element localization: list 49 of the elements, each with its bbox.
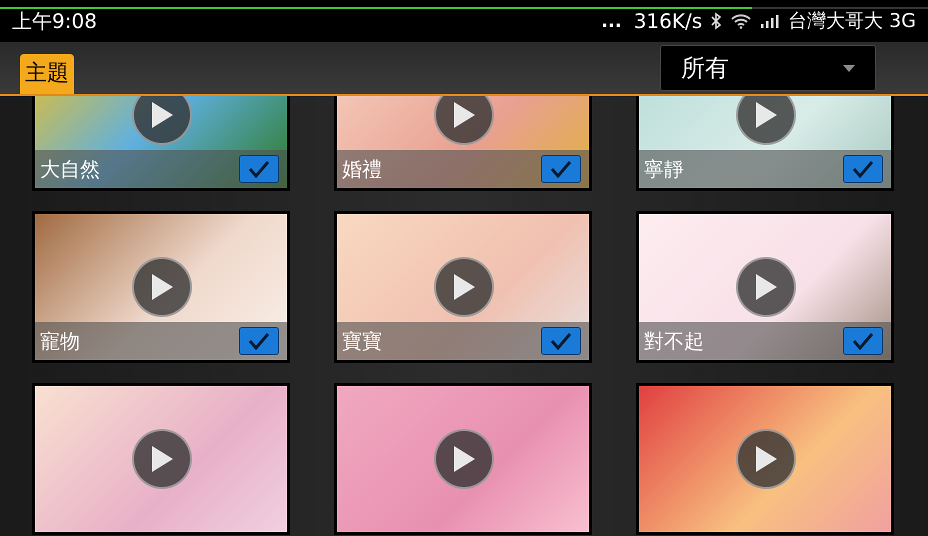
play-icon bbox=[150, 273, 174, 301]
theme-thumbnail[interactable]: 對不起 bbox=[636, 211, 894, 363]
checkbox[interactable] bbox=[239, 327, 279, 355]
theme-thumbnail[interactable] bbox=[32, 383, 290, 535]
theme-name: 婚禮 bbox=[342, 156, 382, 183]
filter-dropdown[interactable]: 所有 bbox=[660, 45, 876, 91]
carrier-name: 台灣大哥大 3G bbox=[788, 8, 916, 34]
theme-thumbnail[interactable]: 婚禮 bbox=[334, 96, 592, 191]
check-icon bbox=[248, 160, 270, 178]
theme-thumbnail[interactable]: 寧靜 bbox=[636, 96, 894, 191]
play-icon bbox=[452, 101, 476, 129]
checkbox[interactable] bbox=[541, 327, 581, 355]
play-icon bbox=[754, 445, 778, 473]
network-speed: 316K/s bbox=[634, 8, 702, 35]
check-icon bbox=[550, 160, 572, 178]
check-icon bbox=[248, 332, 270, 350]
theme-name: 寶寶 bbox=[342, 328, 382, 355]
play-button[interactable] bbox=[434, 96, 494, 145]
theme-name: 對不起 bbox=[644, 328, 704, 355]
theme-thumbnail[interactable]: 大自然 bbox=[32, 96, 290, 191]
play-icon bbox=[452, 273, 476, 301]
theme-thumbnail[interactable]: 寵物 bbox=[32, 211, 290, 363]
theme-tab[interactable]: 主題 bbox=[20, 54, 74, 94]
play-button[interactable] bbox=[736, 96, 796, 145]
check-icon bbox=[852, 332, 874, 350]
theme-name: 大自然 bbox=[40, 156, 100, 183]
play-icon bbox=[150, 445, 174, 473]
check-icon bbox=[550, 332, 572, 350]
checkbox[interactable] bbox=[239, 155, 279, 183]
bluetooth-icon bbox=[710, 12, 722, 30]
play-icon bbox=[150, 101, 174, 129]
theme-name: 寧靜 bbox=[644, 156, 684, 183]
theme-thumbnail[interactable] bbox=[334, 383, 592, 535]
check-icon bbox=[852, 160, 874, 178]
play-icon bbox=[452, 445, 476, 473]
checkbox[interactable] bbox=[843, 327, 883, 355]
theme-thumbnail[interactable] bbox=[636, 383, 894, 535]
play-button[interactable] bbox=[132, 96, 192, 145]
play-icon bbox=[754, 101, 778, 129]
checkbox[interactable] bbox=[843, 155, 883, 183]
dropdown-caret-icon bbox=[843, 64, 855, 72]
theme-thumbnail[interactable]: 寶寶 bbox=[334, 211, 592, 363]
checkbox[interactable] bbox=[541, 155, 581, 183]
clock: 上午9:08 bbox=[12, 8, 97, 35]
play-icon bbox=[754, 273, 778, 301]
notification-more: ... bbox=[601, 10, 622, 34]
wifi-icon bbox=[730, 13, 752, 29]
signal-icon bbox=[760, 14, 780, 28]
theme-name: 寵物 bbox=[40, 328, 80, 355]
